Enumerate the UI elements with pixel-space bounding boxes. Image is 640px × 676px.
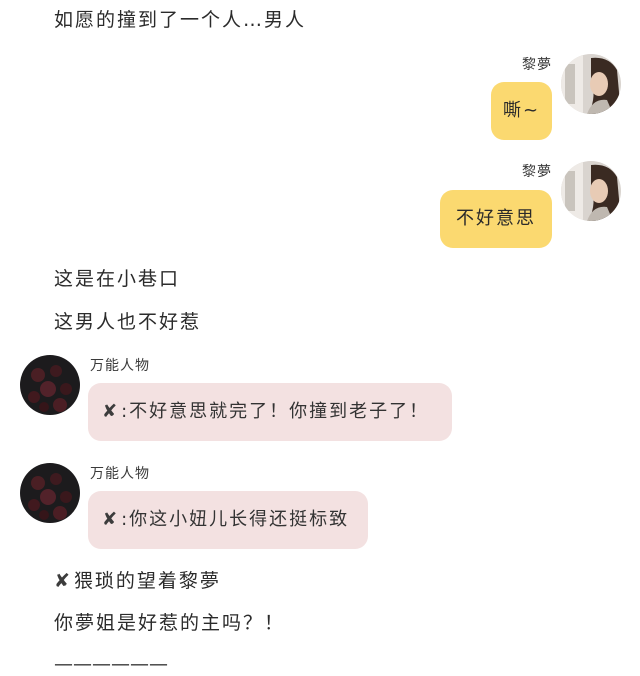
narration-line-1: 如愿的撞到了一个人…男人 [54, 9, 307, 31]
message-text: 嘶~ [502, 100, 541, 121]
sender-name: 万能人物 [90, 466, 150, 482]
woman-portrait-avatar[interactable] [561, 161, 621, 221]
narration-line-3: 这男人也不好惹 [54, 311, 202, 333]
narration-line-4: ✘ 猥琐的望着黎夢 [54, 569, 221, 593]
sender-name: 黎夢 [522, 164, 552, 180]
cross-mark-icon: ✘ [102, 401, 120, 422]
cross-mark-icon: ✘ [54, 570, 72, 592]
sender-name: 黎夢 [522, 57, 552, 73]
sender-name: 万能人物 [90, 358, 150, 374]
message-bubble[interactable]: ✘:你这小妞儿长得还挺标致 [88, 491, 368, 549]
cross-mark-icon: ✘ [102, 509, 120, 530]
narration-text: 猥琐的望着黎夢 [73, 570, 221, 592]
dark-roses-avatar[interactable] [20, 355, 80, 415]
message-text: :你这小妞儿长得还挺标致 [121, 509, 350, 530]
section-divider: —————— [54, 653, 168, 675]
message-text: :不好意思就完了！你撞到老子了！ [121, 401, 430, 422]
message-text: 不好意思 [456, 208, 536, 229]
message-bubble[interactable]: ✘:不好意思就完了！你撞到老子了！ [88, 383, 452, 441]
message-bubble[interactable]: 嘶~ [491, 82, 552, 140]
dark-roses-avatar[interactable] [20, 463, 80, 523]
woman-portrait-avatar[interactable] [561, 54, 621, 114]
narration-line-5: 你夢姐是好惹的主吗？！ [54, 612, 286, 634]
message-bubble[interactable]: 不好意思 [440, 190, 552, 248]
narration-line-2: 这是在小巷口 [54, 268, 181, 290]
